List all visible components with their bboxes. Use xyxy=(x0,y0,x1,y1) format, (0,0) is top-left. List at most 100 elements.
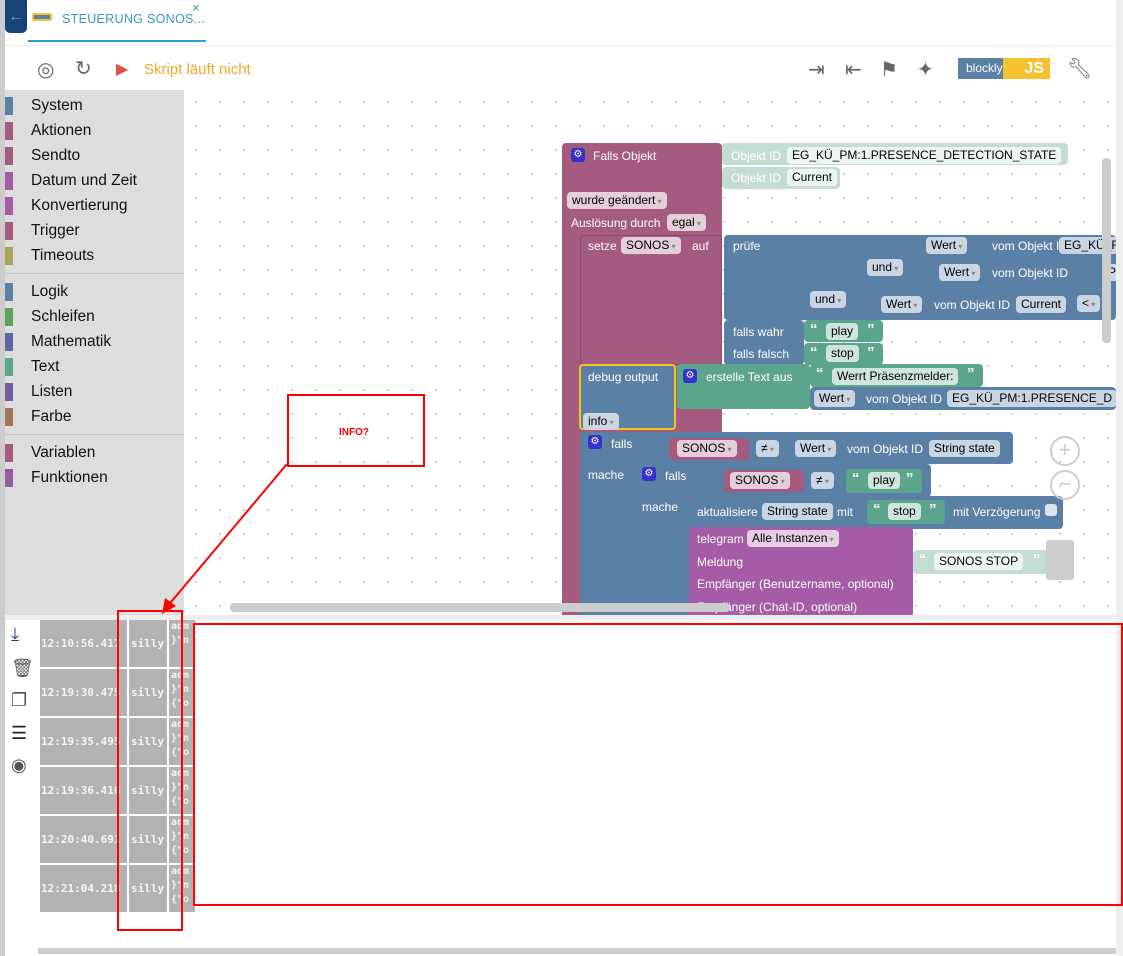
horizontal-scrollbar[interactable] xyxy=(230,603,730,612)
toolbox-category[interactable]: Listen xyxy=(5,381,184,403)
text-field[interactable]: stop xyxy=(826,345,859,362)
block-label: vom Objekt ID xyxy=(866,392,943,406)
object-id-field[interactable]: Current xyxy=(787,169,838,186)
gear-icon[interactable]: ⚙ xyxy=(571,148,585,162)
block-label: vom Objekt ID xyxy=(847,442,924,456)
block-label: prüfe xyxy=(733,239,761,253)
text-field[interactable]: stop xyxy=(888,503,921,520)
scroll-to-bottom-icon[interactable]: ⤓ xyxy=(11,624,19,645)
quote-open-icon: “ xyxy=(873,501,881,518)
play-icon[interactable]: ▶ xyxy=(116,59,128,79)
category-color xyxy=(5,122,13,140)
gear-icon[interactable]: ⚙ xyxy=(588,435,602,449)
blockly-workspace[interactable]: ⚙ Falls Objekt Objekt ID EG_KÜ_PM:1.PRES… xyxy=(184,90,1116,615)
value-dropdown[interactable]: Wert xyxy=(926,237,968,254)
object-id-field[interactable]: EG_KÜ_PM:1.PRESENCE_D xyxy=(947,390,1116,407)
value-dropdown[interactable]: Wert xyxy=(795,440,837,457)
import-icon[interactable]: ⇤ xyxy=(845,57,862,82)
text-field[interactable]: SONOS STOP xyxy=(934,553,1024,570)
variable-dropdown[interactable]: SONOS xyxy=(621,237,681,254)
variable-dropdown[interactable]: SONOS xyxy=(677,440,737,457)
instance-dropdown[interactable]: Alle Instanzen xyxy=(747,530,839,547)
toolbox-category[interactable]: Sendto xyxy=(5,145,184,167)
variable-dropdown[interactable]: SONOS xyxy=(730,472,790,489)
annotation-box: INFO? xyxy=(287,394,425,467)
compare-dropdown[interactable]: < xyxy=(1077,295,1101,312)
object-id-field[interactable]: String state xyxy=(762,503,833,520)
trash-icon[interactable] xyxy=(1046,540,1074,580)
clear-log-icon[interactable]: 🗑︎ xyxy=(11,658,34,679)
export-icon[interactable]: ⇥ xyxy=(808,57,825,82)
text-field[interactable]: play xyxy=(868,472,901,489)
annotation-box xyxy=(193,623,1123,906)
toolbox-category[interactable]: Schleifen xyxy=(5,306,184,328)
quote-open-icon: “ xyxy=(852,470,860,487)
quote-open-icon: “ xyxy=(816,365,824,382)
locate-icon[interactable]: ◎ xyxy=(37,57,54,82)
text-field[interactable]: play xyxy=(826,323,859,340)
object-id-field[interactable]: Current xyxy=(1016,296,1067,313)
block-label: mit xyxy=(837,505,853,519)
category-color xyxy=(5,222,13,240)
log-time: 12:19:30.475 xyxy=(40,669,127,716)
gear-icon[interactable]: ⚙ xyxy=(642,467,656,481)
checkered-flag-icon[interactable]: ⚑ xyxy=(880,57,898,82)
category-color xyxy=(5,358,13,376)
gear-icon[interactable]: ⚙ xyxy=(683,369,697,383)
close-tab-icon[interactable]: × xyxy=(192,0,200,15)
log-time: 12:20:40.691 xyxy=(40,816,127,863)
quote-close-icon: ” xyxy=(867,344,875,361)
category-color xyxy=(5,408,13,426)
toolbox-category[interactable]: System xyxy=(5,95,184,117)
toolbox-category[interactable]: Farbe xyxy=(5,406,184,428)
compare-dropdown[interactable]: ≠ xyxy=(756,440,779,457)
toolbox-category[interactable]: Aktionen xyxy=(5,120,184,142)
value-dropdown[interactable]: Wert xyxy=(814,390,856,407)
tab-script[interactable]: STEUERUNG SONOS... × xyxy=(28,0,206,42)
log-horizontal-scrollbar[interactable] xyxy=(38,948,1116,954)
toolbox-category[interactable]: Text xyxy=(5,356,184,378)
object-id-field[interactable]: EG_KÜ_PM:1.PRESENCE_DETECTION_STATE xyxy=(787,147,1062,164)
toolbox-category[interactable]: Trigger xyxy=(5,220,184,242)
category-label: Mathematik xyxy=(31,333,112,350)
script-status: Skript läuft nicht xyxy=(144,61,251,78)
vertical-scrollbar[interactable] xyxy=(1102,158,1111,343)
back-button[interactable]: ← xyxy=(5,0,27,33)
logic-op-dropdown[interactable]: und xyxy=(867,259,904,276)
category-color xyxy=(5,283,13,301)
text-field[interactable]: Werrt Präsenzmelder: xyxy=(832,368,959,385)
delay-checkbox[interactable] xyxy=(1045,504,1057,516)
trigger-dropdown[interactable]: egal xyxy=(667,214,706,231)
category-label: Schleifen xyxy=(31,308,95,325)
object-id-field[interactable]: String state xyxy=(929,440,1000,457)
sparkles-icon[interactable]: ✦ xyxy=(917,57,934,82)
value-dropdown[interactable]: Wert xyxy=(881,296,923,313)
zoom-out-icon[interactable]: − xyxy=(1050,470,1080,500)
wrench-icon[interactable]: 🔧︎ xyxy=(1067,56,1092,81)
hide-icon[interactable]: ◉ xyxy=(11,755,27,776)
toolbox-category[interactable]: Datum und Zeit xyxy=(5,170,184,192)
log-time: 12:21:04.218 xyxy=(40,865,127,912)
reload-icon[interactable]: ↻ xyxy=(75,56,92,81)
zoom-in-icon[interactable]: + xyxy=(1050,436,1080,466)
value-dropdown[interactable]: Wert xyxy=(939,264,981,281)
toolbox-category[interactable]: Timeouts xyxy=(5,245,184,267)
js-mode-button[interactable]: JS xyxy=(1003,58,1050,79)
toolbox-category[interactable]: Konvertierung xyxy=(5,195,184,217)
change-dropdown[interactable]: wurde geändert xyxy=(567,192,667,209)
toolbox-separator xyxy=(5,434,184,435)
if-block-body xyxy=(580,464,635,615)
toolbox-category[interactable]: Mathematik xyxy=(5,331,184,353)
category-color xyxy=(5,383,13,401)
quote-close-icon: ” xyxy=(906,470,914,487)
set-variable-block[interactable] xyxy=(580,235,722,365)
blockly-mode-button[interactable]: blockly xyxy=(958,58,1003,79)
quote-close-icon: ” xyxy=(929,501,937,518)
compare-dropdown[interactable]: ≠ xyxy=(811,472,834,489)
logic-op-dropdown[interactable]: und xyxy=(810,291,847,308)
copy-icon[interactable]: ❐ xyxy=(11,690,27,711)
quote-close-icon: ” xyxy=(967,365,975,382)
log-level-dropdown[interactable]: info xyxy=(583,413,619,430)
columns-icon[interactable]: ☰ xyxy=(11,723,27,744)
toolbox-category[interactable]: Logik xyxy=(5,281,184,303)
